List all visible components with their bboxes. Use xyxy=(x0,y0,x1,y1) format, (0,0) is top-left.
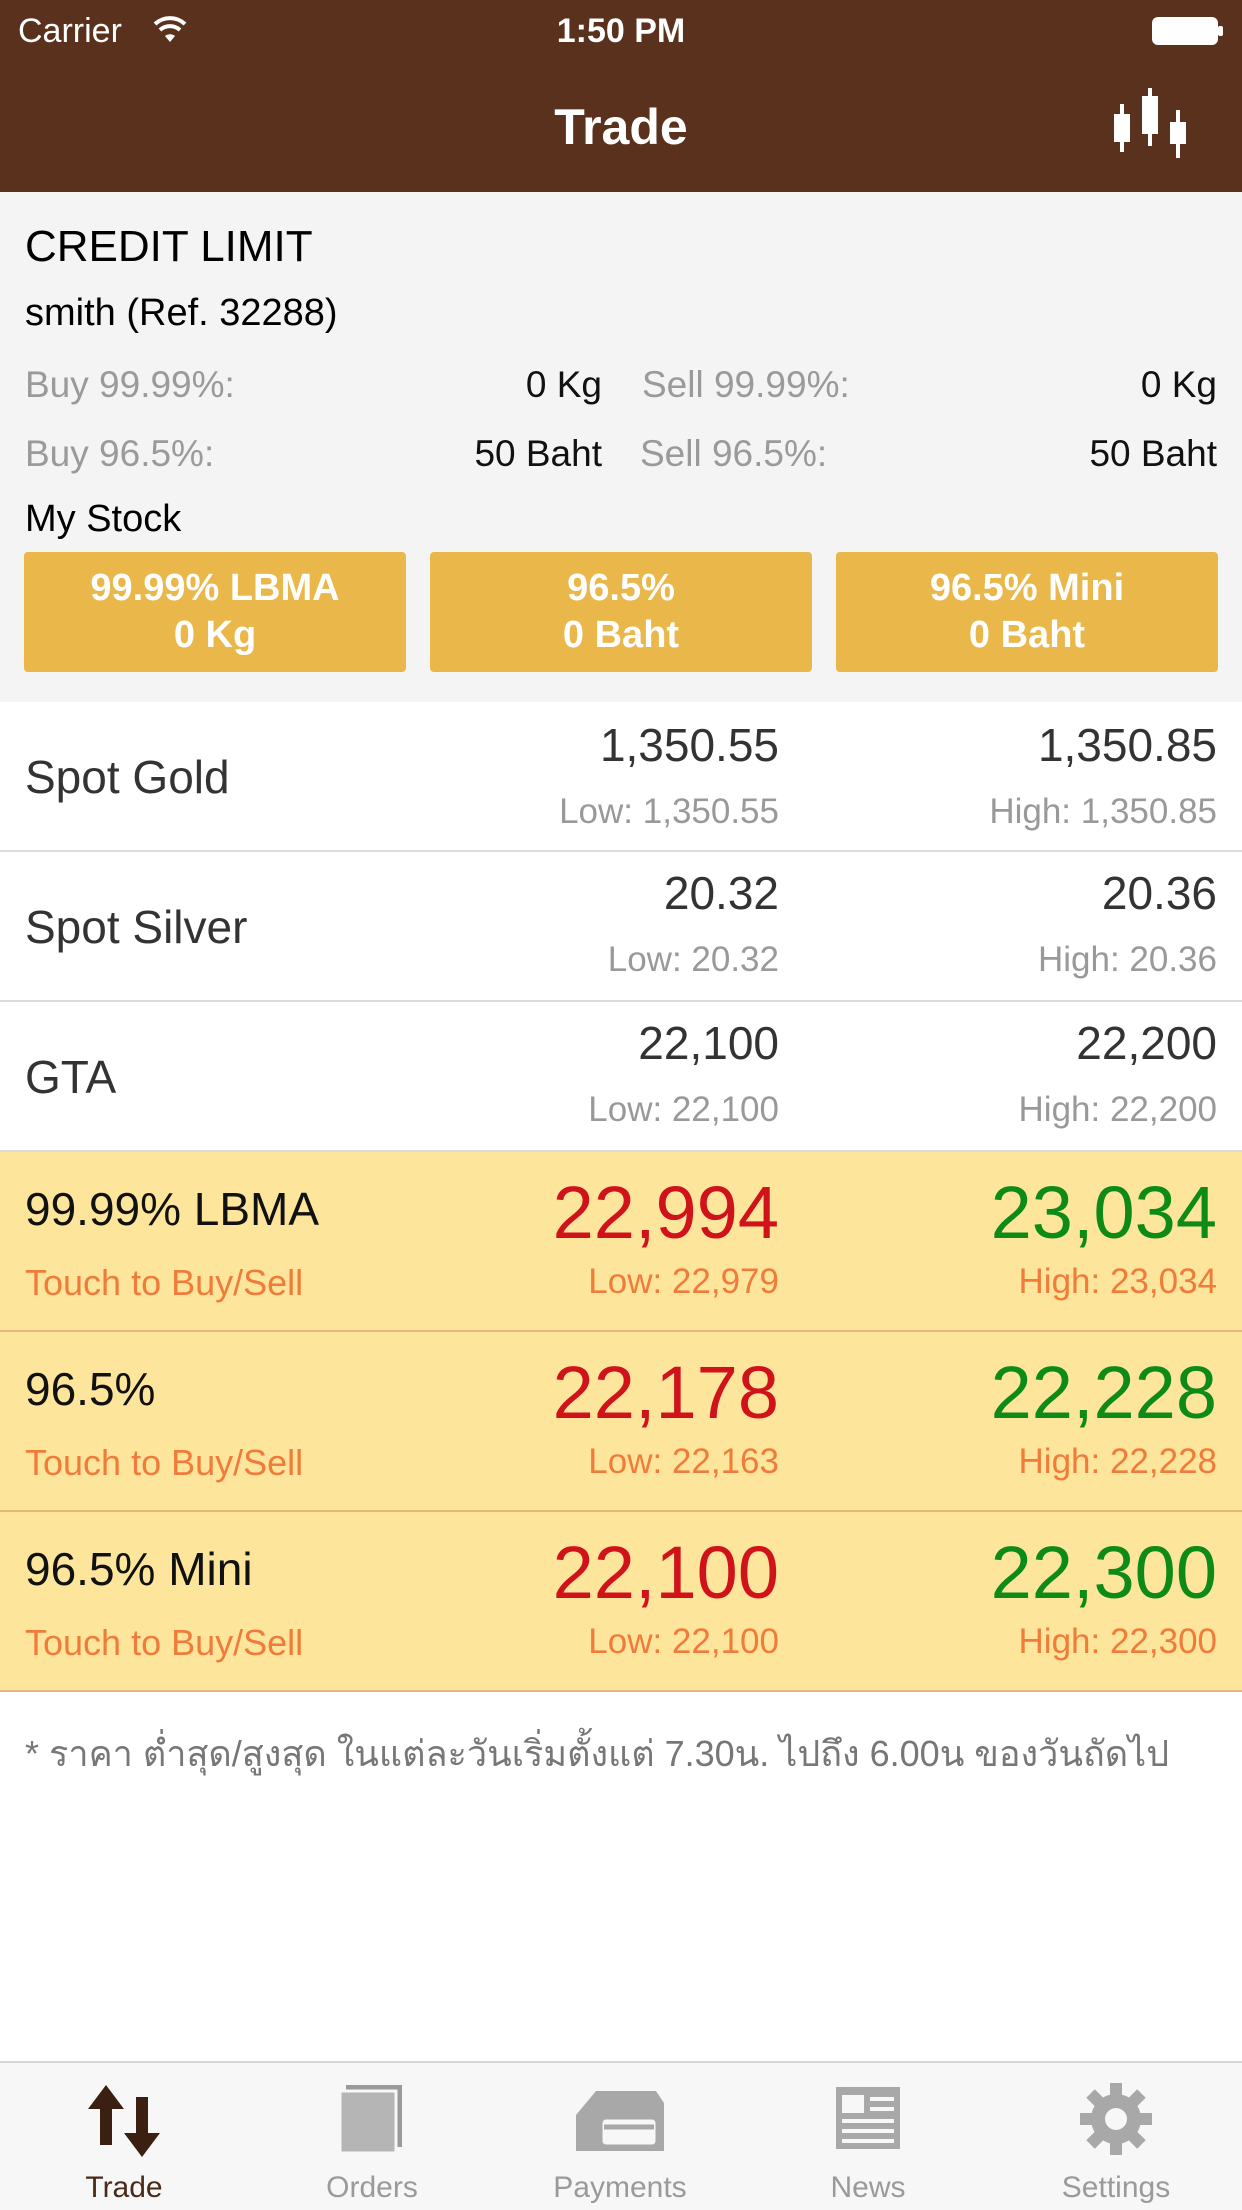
spot-row-gold: Spot Gold 1,350.55 1,350.85 Low: 1,350.5… xyxy=(0,702,1242,852)
tab-news[interactable]: News xyxy=(744,2063,992,2210)
bid-price: 1,350.55 xyxy=(599,719,779,771)
ask-price: 1,350.85 xyxy=(1037,719,1217,771)
trade-row-965-mini[interactable]: 96.5% Mini Touch to Buy/Sell 22,100 22,3… xyxy=(0,1512,1242,1692)
gear-icon xyxy=(1080,2083,1152,2155)
spot-row-gta: GTA 22,100 22,200 Low: 22,100 High: 22,2… xyxy=(0,1002,1242,1152)
spot-row-silver: Spot Silver 20.32 20.36 Low: 20.32 High:… xyxy=(0,852,1242,1002)
orders-icon xyxy=(338,2085,402,2155)
product-name: 99.99% LBMA xyxy=(25,1183,320,1235)
sell-9999-value: 0 Kg xyxy=(1140,364,1217,405)
candlestick-chart-icon[interactable] xyxy=(1108,82,1192,166)
touch-hint: Touch to Buy/Sell xyxy=(25,1622,304,1663)
tab-label: Trade xyxy=(85,2171,163,2204)
page-title: Trade xyxy=(554,99,688,155)
bid-price: 20.32 xyxy=(663,867,779,919)
sell-price: 22,228 xyxy=(990,1351,1217,1434)
stock-amount: 0 Baht xyxy=(562,614,680,656)
tab-bar: Trade Orders Payments News Settings xyxy=(0,2061,1242,2210)
tab-trade[interactable]: Trade xyxy=(0,2063,248,2210)
sell-price: 23,034 xyxy=(990,1171,1217,1254)
stock-name: 96.5% Mini xyxy=(929,567,1125,609)
high-price: High: 22,200 xyxy=(1018,1090,1217,1129)
stock-amount: 0 Baht xyxy=(968,614,1086,656)
buy-sell-arrows-icon xyxy=(88,2085,160,2157)
credit-limit-section: CREDIT LIMIT smith (Ref. 32288) Buy 99.9… xyxy=(0,192,1242,702)
tab-payments[interactable]: Payments xyxy=(496,2063,744,2210)
news-icon xyxy=(836,2087,900,2149)
sell-965-value: 50 Baht xyxy=(1089,433,1217,474)
sell-965-label: Sell 96.5%: xyxy=(640,433,828,474)
bid-price: 22,100 xyxy=(638,1017,779,1069)
stock-amount: 0 Kg xyxy=(173,614,257,656)
buy-price: 22,100 xyxy=(552,1531,779,1614)
nav-bar: Trade xyxy=(0,62,1242,192)
instrument-name: Spot Gold xyxy=(25,751,230,803)
buy-965-label: Buy 96.5%: xyxy=(25,433,215,474)
ask-price: 22,200 xyxy=(1076,1017,1217,1069)
tab-orders[interactable]: Orders xyxy=(248,2063,496,2210)
tab-settings[interactable]: Settings xyxy=(992,2063,1240,2210)
high-price: High: 22,228 xyxy=(1018,1442,1217,1481)
sell-price: 22,300 xyxy=(990,1531,1217,1614)
high-price: High: 20.36 xyxy=(1037,940,1217,979)
high-price: High: 22,300 xyxy=(1018,1622,1217,1661)
my-stock-label: My Stock xyxy=(25,498,182,540)
stock-name: 96.5% xyxy=(567,567,675,609)
low-price: Low: 22,979 xyxy=(588,1262,779,1301)
product-name: 96.5% xyxy=(25,1363,156,1415)
sell-9999-label: Sell 99.99%: xyxy=(642,364,850,405)
buy-9999-value: 0 Kg xyxy=(525,364,602,405)
instrument-name: Spot Silver xyxy=(25,901,248,953)
low-price: Low: 22,163 xyxy=(588,1442,779,1481)
buy-price: 22,994 xyxy=(552,1171,779,1254)
low-price: Low: 1,350.55 xyxy=(559,792,779,831)
touch-hint: Touch to Buy/Sell xyxy=(25,1442,304,1483)
low-price: Low: 22,100 xyxy=(588,1090,779,1129)
trade-row-965[interactable]: 96.5% Touch to Buy/Sell 22,178 22,228 Lo… xyxy=(0,1332,1242,1512)
tab-label: Orders xyxy=(326,2171,418,2204)
buy-9999-label: Buy 99.99%: xyxy=(25,364,235,405)
buy-price: 22,178 xyxy=(552,1351,779,1434)
trade-row-lbma[interactable]: 99.99% LBMA Touch to Buy/Sell 22,994 23,… xyxy=(0,1152,1242,1332)
tab-label: Payments xyxy=(553,2171,687,2204)
stock-button-965-mini[interactable]: 96.5% Mini 0 Baht xyxy=(836,552,1218,672)
instrument-name: GTA xyxy=(25,1051,117,1103)
tab-label: Settings xyxy=(1061,2171,1171,2204)
product-name: 96.5% Mini xyxy=(25,1543,253,1595)
status-bar: Carrier 1:50 PM xyxy=(0,0,1242,62)
payments-icon xyxy=(576,2091,664,2151)
stock-button-lbma[interactable]: 99.99% LBMA 0 Kg xyxy=(24,552,406,672)
price-footnote: * ราคา ต่ำสุด/สูงสุด ในแต่ละวันเริ่มตั้ง… xyxy=(25,1733,1170,1774)
high-price: High: 1,350.85 xyxy=(989,792,1217,831)
ask-price: 20.36 xyxy=(1101,867,1217,919)
battery-icon xyxy=(1152,17,1223,45)
clock: 1:50 PM xyxy=(556,12,686,50)
account-user: smith (Ref. 32288) xyxy=(25,292,338,334)
stock-button-965[interactable]: 96.5% 0 Baht xyxy=(430,552,812,672)
touch-hint: Touch to Buy/Sell xyxy=(25,1262,304,1303)
stock-name: 99.99% LBMA xyxy=(90,567,340,609)
high-price: High: 23,034 xyxy=(1018,1262,1217,1301)
buy-965-value: 50 Baht xyxy=(474,433,602,474)
low-price: Low: 20.32 xyxy=(607,940,779,979)
tab-label: News xyxy=(830,2171,906,2204)
low-price: Low: 22,100 xyxy=(588,1622,779,1661)
credit-limit-heading: CREDIT LIMIT xyxy=(25,222,313,271)
